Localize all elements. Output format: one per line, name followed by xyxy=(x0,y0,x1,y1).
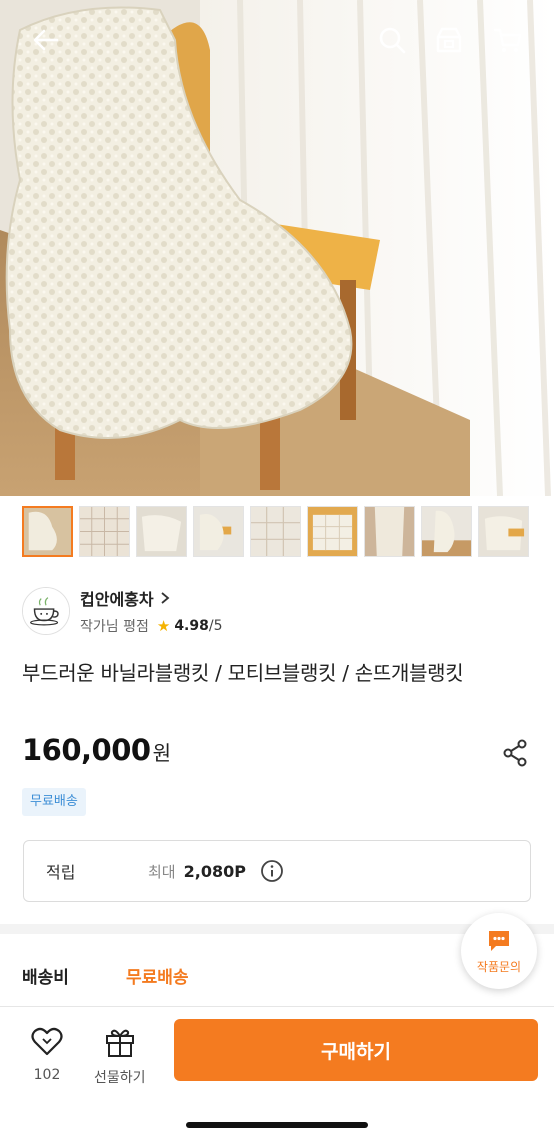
chevron-right-icon xyxy=(161,592,170,604)
star-icon: ★ xyxy=(156,617,171,635)
thumbnail-image xyxy=(80,507,129,556)
thumbnail-7[interactable] xyxy=(364,506,415,557)
back-button[interactable] xyxy=(26,20,66,60)
thumbnail-strip xyxy=(22,506,529,558)
thumbnail-image xyxy=(422,507,471,556)
shipping-row: 배송비 무료배송 xyxy=(22,963,189,988)
share-icon[interactable] xyxy=(500,738,530,768)
thumbnail-image xyxy=(137,507,186,556)
price-row: 160,000 원 xyxy=(22,733,171,767)
rating-value: 4.98 xyxy=(174,618,209,634)
rating-max: /5 xyxy=(208,618,223,634)
heart-icon xyxy=(31,1027,63,1056)
home-button[interactable] xyxy=(429,20,469,60)
search-button[interactable] xyxy=(372,20,412,60)
thumbnail-9[interactable] xyxy=(478,506,529,557)
seller-name-link[interactable]: 컵안에홍차 xyxy=(80,586,222,610)
gift-label: 선물하기 xyxy=(94,1070,146,1086)
thumbnail-1[interactable] xyxy=(22,506,73,557)
seller-section: 컵안에홍차 작가님 평점 ★ 4.98 /5 xyxy=(22,586,222,636)
product-main-image[interactable] xyxy=(0,0,554,496)
thumbnail-3[interactable] xyxy=(136,506,187,557)
seller-avatar[interactable] xyxy=(22,587,70,635)
thumbnail-4[interactable] xyxy=(193,506,244,557)
thumbnail-image xyxy=(251,507,300,556)
bottom-action-bar: 102 선물하기 구매하기 xyxy=(0,1006,554,1140)
seller-rating: 작가님 평점 ★ 4.98 /5 xyxy=(80,616,222,636)
points-value: 2,080P xyxy=(183,861,246,881)
thumbnail-image xyxy=(479,507,528,556)
thumbnail-image xyxy=(24,508,71,555)
thumbnail-image xyxy=(365,507,414,556)
gift-button[interactable]: 선물하기 xyxy=(94,1025,146,1087)
shipping-value: 무료배송 xyxy=(126,968,189,988)
rating-label: 작가님 평점 xyxy=(80,619,149,635)
teacup-icon xyxy=(23,588,69,634)
seller-name: 컵안에홍차 xyxy=(80,590,154,609)
thumbnail-5[interactable] xyxy=(250,506,301,557)
like-count: 102 xyxy=(33,1067,61,1083)
cart-button[interactable] xyxy=(488,20,528,60)
info-icon[interactable] xyxy=(260,859,284,883)
inquiry-button[interactable]: 작품문의 xyxy=(461,913,537,989)
inquiry-label: 작품문의 xyxy=(476,959,522,974)
product-price: 160,000 xyxy=(22,733,151,767)
shipping-label: 배송비 xyxy=(22,968,69,988)
buy-button[interactable]: 구매하기 xyxy=(174,1019,538,1081)
thumbnail-2[interactable] xyxy=(79,506,130,557)
cart-icon xyxy=(493,28,522,52)
search-icon xyxy=(379,27,406,54)
thumbnail-image xyxy=(194,507,243,556)
price-currency: 원 xyxy=(152,741,171,765)
thumbnail-image xyxy=(308,507,357,556)
arrow-left-icon xyxy=(33,29,59,51)
points-max-label: 최대 xyxy=(148,862,176,881)
points-box: 적립 최대 2,080P xyxy=(23,840,531,902)
like-button[interactable]: 102 xyxy=(30,1025,64,1083)
product-title: 부드러운 바닐라블랭킷 / 모티브블랭킷 / 손뜨개블랭킷 xyxy=(22,661,464,685)
free-shipping-badge: 무료배송 xyxy=(22,788,86,816)
thumbnail-6[interactable] xyxy=(307,506,358,557)
product-photo xyxy=(0,0,554,496)
thumbnail-8[interactable] xyxy=(421,506,472,557)
home-icon xyxy=(436,27,462,53)
home-indicator xyxy=(186,1122,368,1128)
points-label: 적립 xyxy=(46,863,76,882)
chat-icon xyxy=(489,930,509,951)
gift-icon xyxy=(105,1029,134,1057)
